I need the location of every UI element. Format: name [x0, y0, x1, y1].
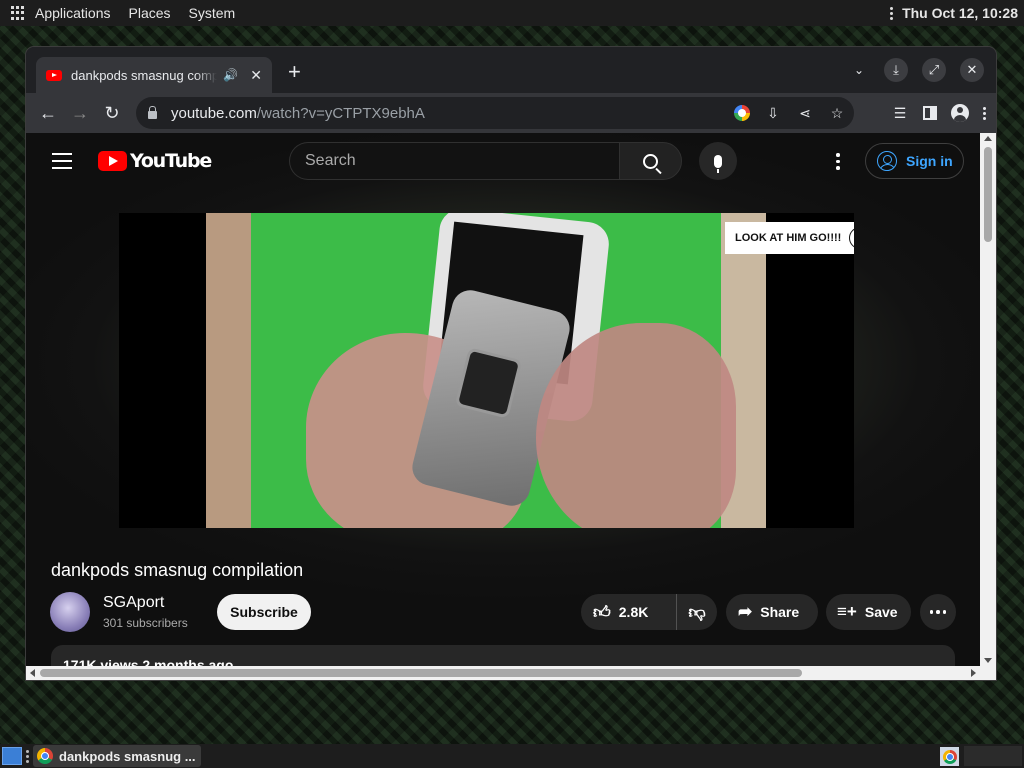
forward-button[interactable]: →: [64, 97, 96, 129]
browser-toolbar: ← → ↻ youtube.com/watch?v=yCTPTX9ebhA ⇩ …: [26, 93, 996, 133]
profile-icon[interactable]: [951, 104, 969, 122]
channel-name[interactable]: SGAport: [103, 594, 164, 612]
scroll-up-arrow[interactable]: [984, 136, 992, 141]
scroll-down-arrow[interactable]: [984, 658, 992, 663]
video-player[interactable]: LOOK AT HIM GO!!!! i: [119, 213, 854, 528]
save-button[interactable]: ≡+ Save: [826, 594, 911, 630]
close-window-icon[interactable]: ✕: [960, 58, 984, 82]
page-viewport: YouTube Search Sign in LOOK AT HIM GO!!!…: [26, 133, 996, 680]
media-controls-icon[interactable]: ☰: [891, 105, 909, 122]
playlist-add-icon: ≡+: [837, 602, 857, 621]
minimize-icon[interactable]: ⤓: [884, 58, 908, 82]
taskbar-window-button[interactable]: dankpods smasnug ...: [33, 745, 201, 767]
url-host: youtube.com: [171, 104, 257, 122]
voice-search-button[interactable]: [699, 142, 737, 180]
taskbar-window-label: dankpods smasnug ...: [59, 748, 196, 764]
thumb-down-icon: 👎︎: [688, 602, 706, 622]
chrome-tray-icon: [942, 749, 957, 764]
dislike-button[interactable]: 👎︎: [677, 602, 717, 623]
workspace-empty[interactable]: [964, 746, 1022, 766]
youtube-page: YouTube Search Sign in LOOK AT HIM GO!!!…: [26, 133, 980, 680]
microphone-icon: [714, 154, 722, 173]
show-desktop-icon[interactable]: [2, 747, 22, 765]
address-bar[interactable]: youtube.com/watch?v=yCTPTX9ebhA ⇩ ⋖ ☆: [136, 97, 854, 129]
share-icon[interactable]: ⋖: [796, 105, 814, 122]
tab-youtube[interactable]: dankpods smasnug compilation - YouTube 🔊…: [36, 57, 272, 93]
vertical-scrollbar[interactable]: [980, 133, 996, 666]
search-icon: [643, 153, 658, 169]
applications-menu[interactable]: Applications: [35, 5, 111, 21]
like-dislike-group: 👍︎ 2.8K 👎︎: [581, 594, 717, 630]
bookmark-star-icon[interactable]: ☆: [828, 105, 846, 122]
youtube-logo-text: YouTube: [130, 150, 212, 172]
browser-menu-icon[interactable]: [983, 106, 986, 120]
vertical-scroll-thumb[interactable]: [984, 147, 992, 242]
system-menu[interactable]: System: [189, 5, 236, 21]
back-button[interactable]: ←: [32, 97, 64, 129]
subscriber-count: 301 subscribers: [103, 616, 188, 630]
chevron-down-icon[interactable]: ⌄: [848, 59, 870, 81]
horizontal-scroll-thumb[interactable]: [40, 669, 802, 677]
scroll-right-arrow[interactable]: [971, 669, 976, 677]
youtube-favicon-icon: [46, 69, 62, 81]
search-input[interactable]: Search: [289, 142, 619, 180]
apps-grid-icon[interactable]: [11, 6, 25, 20]
install-app-icon[interactable]: ⇩: [764, 105, 782, 122]
more-actions-button[interactable]: [920, 594, 956, 630]
speaker-icon[interactable]: 🔊: [223, 68, 238, 82]
google-lens-icon[interactable]: [734, 105, 750, 121]
chrome-icon: [37, 748, 53, 764]
sign-in-button[interactable]: Sign in: [865, 143, 964, 179]
clock[interactable]: Thu Oct 12, 10:28: [902, 5, 1018, 21]
lock-icon[interactable]: [148, 106, 157, 119]
browser-window: dankpods smasnug compilation - YouTube 🔊…: [26, 47, 996, 680]
sign-in-label: Sign in: [906, 153, 953, 169]
account-icon: [877, 151, 897, 171]
tab-strip: dankpods smasnug compilation - YouTube 🔊…: [26, 47, 996, 93]
channel-avatar[interactable]: [50, 592, 90, 632]
reload-button[interactable]: ↻: [96, 97, 128, 129]
taskbar-handle-icon: [26, 749, 29, 763]
places-menu[interactable]: Places: [129, 5, 171, 21]
thumb-up-icon: 👍︎: [593, 602, 611, 622]
scroll-left-arrow[interactable]: [30, 669, 35, 677]
annotation-text: LOOK AT HIM GO!!!!: [735, 232, 842, 244]
settings-more-icon[interactable]: [836, 153, 840, 170]
like-count: 2.8K: [618, 604, 649, 620]
panel-handle-icon: [890, 6, 894, 20]
subscribe-button[interactable]: Subscribe: [217, 594, 311, 630]
youtube-logo[interactable]: YouTube: [98, 150, 212, 172]
top-panel: Applications Places System Thu Oct 12, 1…: [0, 0, 1024, 26]
youtube-play-icon: [98, 151, 127, 171]
youtube-header: YouTube Search Sign in: [26, 133, 980, 189]
video-frame: [206, 213, 766, 528]
new-tab-button[interactable]: +: [288, 61, 301, 83]
video-annotation[interactable]: LOOK AT HIM GO!!!! i: [725, 222, 854, 254]
maximize-icon[interactable]: ⤢: [922, 58, 946, 82]
url-path: /watch?v=yCTPTX9ebhA: [256, 104, 425, 122]
horizontal-scrollbar[interactable]: [26, 666, 996, 680]
bottom-taskbar: dankpods smasnug ...: [0, 744, 1024, 768]
like-button[interactable]: 👍︎ 2.8K: [581, 594, 677, 630]
info-icon[interactable]: i: [849, 227, 854, 249]
share-label: Share: [760, 604, 800, 620]
close-tab-icon[interactable]: ✕: [250, 67, 262, 84]
share-arrow-icon: ➦: [738, 602, 753, 621]
hamburger-menu-icon[interactable]: [52, 153, 72, 169]
save-label: Save: [864, 604, 898, 620]
tab-title: dankpods smasnug compilation - YouTube: [71, 67, 218, 83]
video-title: dankpods smasnug compilation: [51, 560, 304, 580]
share-button[interactable]: ➦ Share: [726, 594, 818, 630]
side-panel-icon[interactable]: [923, 106, 937, 120]
search-button[interactable]: [619, 142, 682, 180]
workspace-switcher[interactable]: [940, 747, 959, 766]
